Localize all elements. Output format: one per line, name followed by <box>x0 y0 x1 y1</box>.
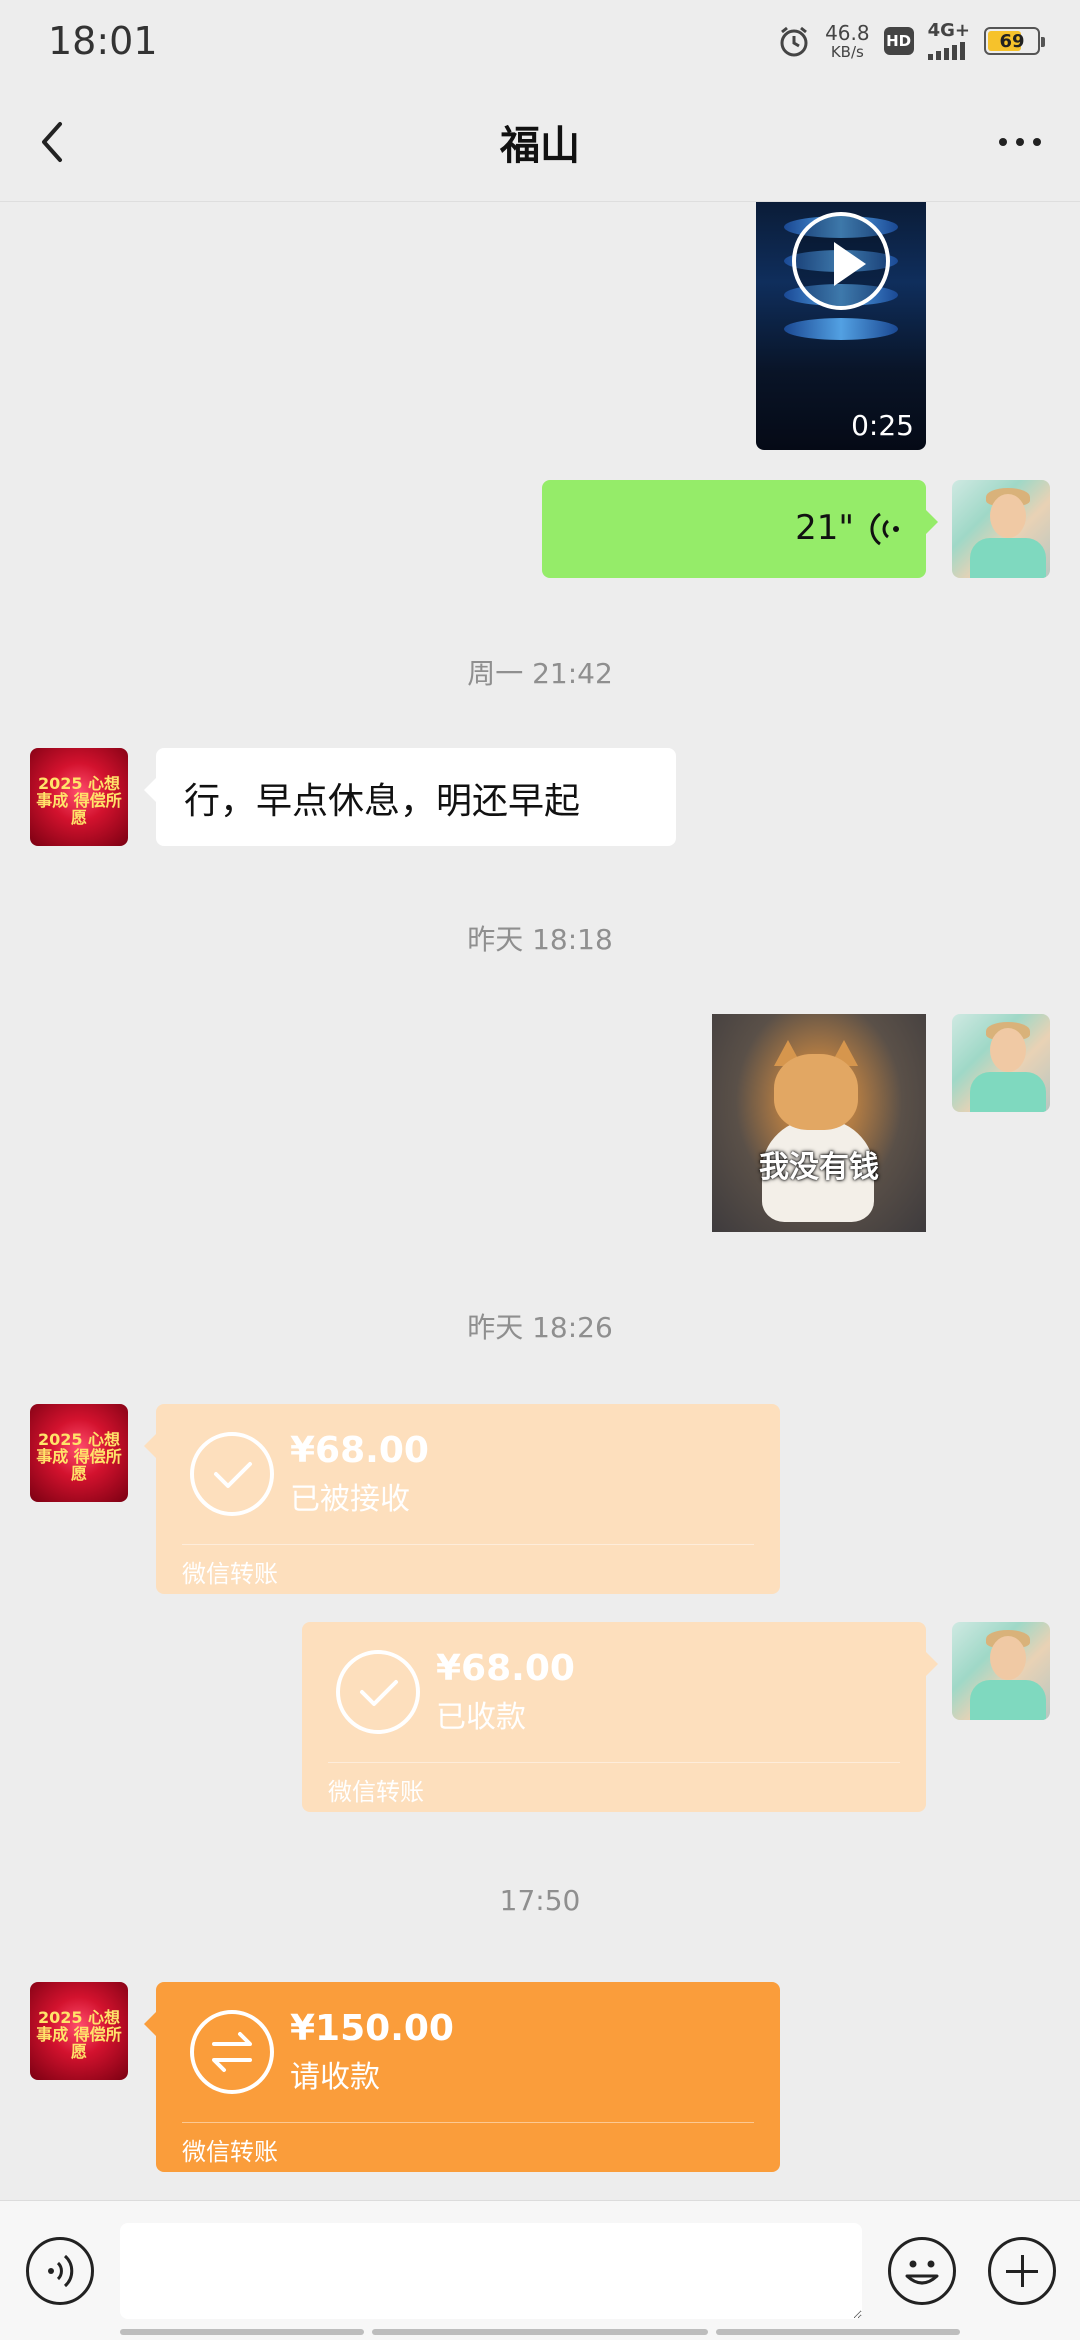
avatar-self[interactable] <box>952 480 1050 578</box>
video-message[interactable]: 0:25 <box>756 202 926 450</box>
status-bar: 18:01 46.8 KB/s HD 4G+ 69 <box>0 0 1080 82</box>
avatar-other-text: 2025 心想事成 得偿所愿 <box>36 1430 122 1483</box>
text-message[interactable]: 行，早点休息，明还早起 <box>144 748 676 846</box>
transfer-card[interactable]: ¥150.00 请收款 微信转账 <box>144 1982 780 2172</box>
network-speed-value: 46.8 <box>825 20 870 45</box>
voice-icon <box>48 2254 74 2288</box>
status-icons: 46.8 KB/s HD 4G+ 69 <box>777 20 1045 60</box>
chat-header: 福山 <box>0 82 1080 202</box>
battery-icon: 69 <box>984 27 1045 55</box>
avatar-self[interactable] <box>952 1622 1050 1720</box>
back-button[interactable] <box>30 118 78 166</box>
message-list[interactable]: 0:25 21" 周一 21:42 2025 心想事成 得偿所愿 行，早点休息，… <box>0 202 1080 2200</box>
transfer-footer: 微信转账 <box>328 1778 424 1806</box>
avatar-other-text: 2025 心想事成 得偿所愿 <box>36 2008 122 2061</box>
transfer-card[interactable]: ¥68.00 已被接收 微信转账 <box>144 1404 780 1594</box>
battery-level: 69 <box>999 30 1025 52</box>
scroll-indicator <box>716 2329 960 2335</box>
add-button[interactable] <box>988 2237 1056 2305</box>
scroll-indicator <box>372 2329 708 2335</box>
transfer-footer: 微信转账 <box>182 1560 278 1588</box>
hd-badge: HD <box>883 27 914 55</box>
input-bar <box>0 2200 1080 2340</box>
time-divider: 17:50 <box>499 1884 581 1917</box>
status-time: 18:01 <box>48 19 158 63</box>
avatar-other[interactable]: 2025 心想事成 得偿所愿 <box>30 748 128 846</box>
avatar-self[interactable] <box>952 1014 1050 1112</box>
transfer-amount: ¥68.00 <box>436 1648 575 1689</box>
alarm-icon <box>777 24 811 58</box>
more-dots-icon <box>999 138 1007 146</box>
message-input[interactable] <box>120 2223 862 2319</box>
transfer-footer: 微信转账 <box>182 2138 278 2166</box>
check-icon <box>336 1650 420 1734</box>
network-speed: 46.8 KB/s <box>825 23 870 60</box>
avatar-other[interactable]: 2025 心想事成 得偿所愿 <box>30 1982 128 2080</box>
transfer-card[interactable]: ¥68.00 已收款 微信转账 <box>302 1622 938 1812</box>
sticker-caption: 我没有钱 <box>759 1150 879 1185</box>
video-duration: 0:25 <box>851 409 914 442</box>
time-divider: 昨天 18:26 <box>467 1311 613 1344</box>
chevron-left-icon <box>42 122 62 162</box>
transfer-arrows-icon <box>190 2010 274 2094</box>
avatar-other-text: 2025 心想事成 得偿所愿 <box>36 774 122 827</box>
network-speed-unit: KB/s <box>830 42 864 61</box>
transfer-status: 已收款 <box>436 1700 526 1735</box>
voice-input-button[interactable] <box>26 2237 94 2305</box>
voice-wave-icon <box>866 510 902 557</box>
chat-title: 福山 <box>500 122 580 169</box>
voice-message[interactable]: 21" <box>542 480 938 578</box>
play-icon[interactable] <box>792 212 890 310</box>
voice-duration: 21" <box>795 508 854 548</box>
emoji-button[interactable] <box>888 2237 956 2305</box>
smiley-icon <box>905 2260 939 2285</box>
avatar-other[interactable]: 2025 心想事成 得偿所愿 <box>30 1404 128 1502</box>
signal-icon: 4G+ <box>927 20 970 60</box>
more-button[interactable] <box>990 118 1050 166</box>
check-icon <box>190 1432 274 1516</box>
time-divider: 昨天 18:18 <box>467 923 613 956</box>
sticker-message[interactable]: 我没有钱 <box>712 1014 926 1232</box>
time-divider: 周一 21:42 <box>467 657 613 690</box>
transfer-status: 请收款 <box>290 2060 380 2095</box>
network-type: 4G+ <box>927 20 970 41</box>
transfer-amount: ¥150.00 <box>290 2008 454 2049</box>
scroll-indicator <box>120 2329 364 2335</box>
transfer-status: 已被接收 <box>290 1482 410 1517</box>
transfer-amount: ¥68.00 <box>290 1430 429 1471</box>
